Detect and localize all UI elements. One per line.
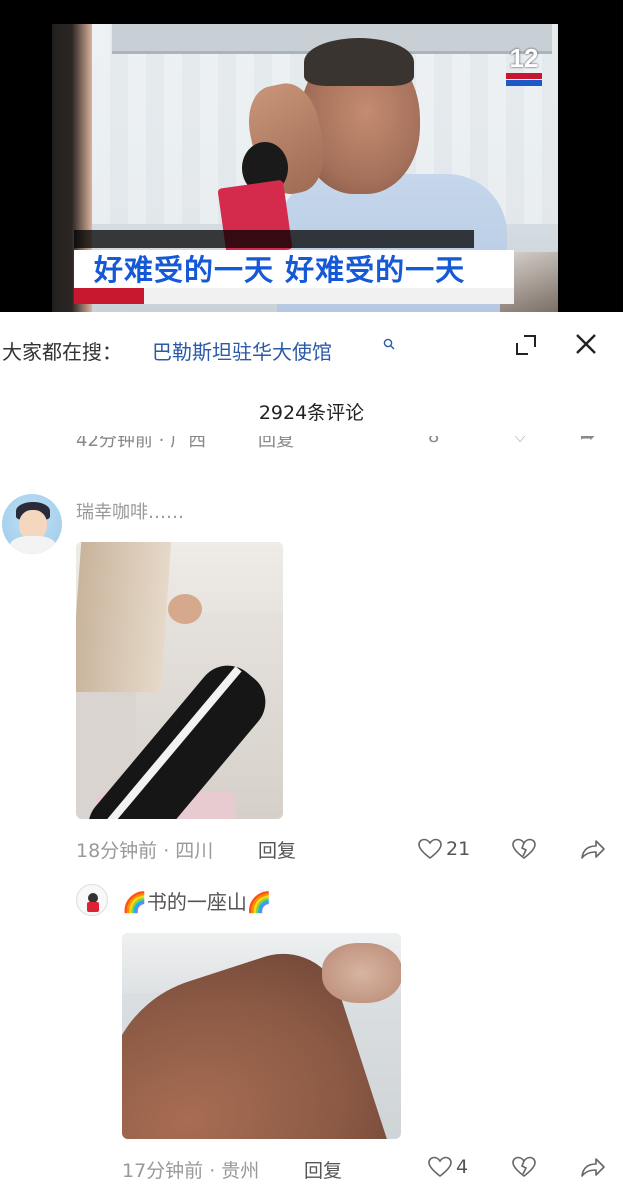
previous-comment-time: 42分钟前 · 广西 [76,436,207,450]
logo-bar-blue [506,80,542,86]
reply-image[interactable] [122,933,401,1139]
reply-heart-icon[interactable] [428,1156,452,1178]
news-ticker-label [74,288,144,304]
previous-comment-likes: 8 [428,436,440,447]
previous-comment-reply[interactable]: 回复 [258,436,294,450]
reply-photo-hand [322,943,401,1003]
comment-image[interactable] [76,542,283,819]
channel-logo: 12 [502,44,546,88]
news-ticker [144,288,514,304]
search-icon[interactable] [383,338,395,350]
reply-username[interactable]: 🌈书的一座山🌈 [122,886,272,915]
reply-avatar[interactable] [76,884,108,916]
news-lower-third [74,230,474,248]
previous-comment-actions: 42分钟前 · 广西 回复 8 ♡ ➦ [0,436,623,450]
reply-like-count: 4 [456,1156,469,1178]
channel-logo-number: 12 [509,43,539,73]
logo-bar-red [506,73,542,79]
close-icon[interactable] [574,332,598,356]
photo-fist [168,594,202,624]
reply-time-location: 17分钟前 · 贵州 [122,1160,260,1182]
share-icon[interactable] [580,838,606,860]
reply-dislike-icon[interactable] [512,1156,536,1178]
reply-share-icon[interactable] [580,1156,606,1178]
reply-button[interactable]: 回复 [258,836,296,863]
reply-reply-button[interactable]: 回复 [304,1156,342,1183]
video-frame: 12 好难受的一天 好难受的一天 [52,24,558,312]
like-count: 21 [446,838,471,860]
avatar-shirt [10,536,56,554]
comment-username[interactable]: 瑞幸咖啡…… [76,498,184,524]
dislike-icon[interactable] [512,838,536,860]
video-subtitle: 好难受的一天 好难受的一天 [94,253,466,287]
search-prefix: 大家都在搜： [2,340,122,364]
video-player[interactable]: 12 好难受的一天 好难受的一天 [0,0,623,312]
reply-avatar-body [87,902,99,912]
search-query-link[interactable]: 巴勒斯坦驻华大使馆 [152,336,332,365]
video-man-hair [304,38,414,86]
previous-share-icon[interactable]: ➦ [580,436,595,447]
heart-icon[interactable] [418,838,442,860]
comment-time-location: 18分钟前 · 四川 [76,840,214,862]
photo-cabinet [76,542,172,692]
comment-count: 2924条评论 [258,402,365,424]
previous-dislike-icon[interactable]: ♡ [512,436,528,447]
collapse-icon[interactable] [515,334,537,356]
avatar[interactable] [2,494,62,554]
